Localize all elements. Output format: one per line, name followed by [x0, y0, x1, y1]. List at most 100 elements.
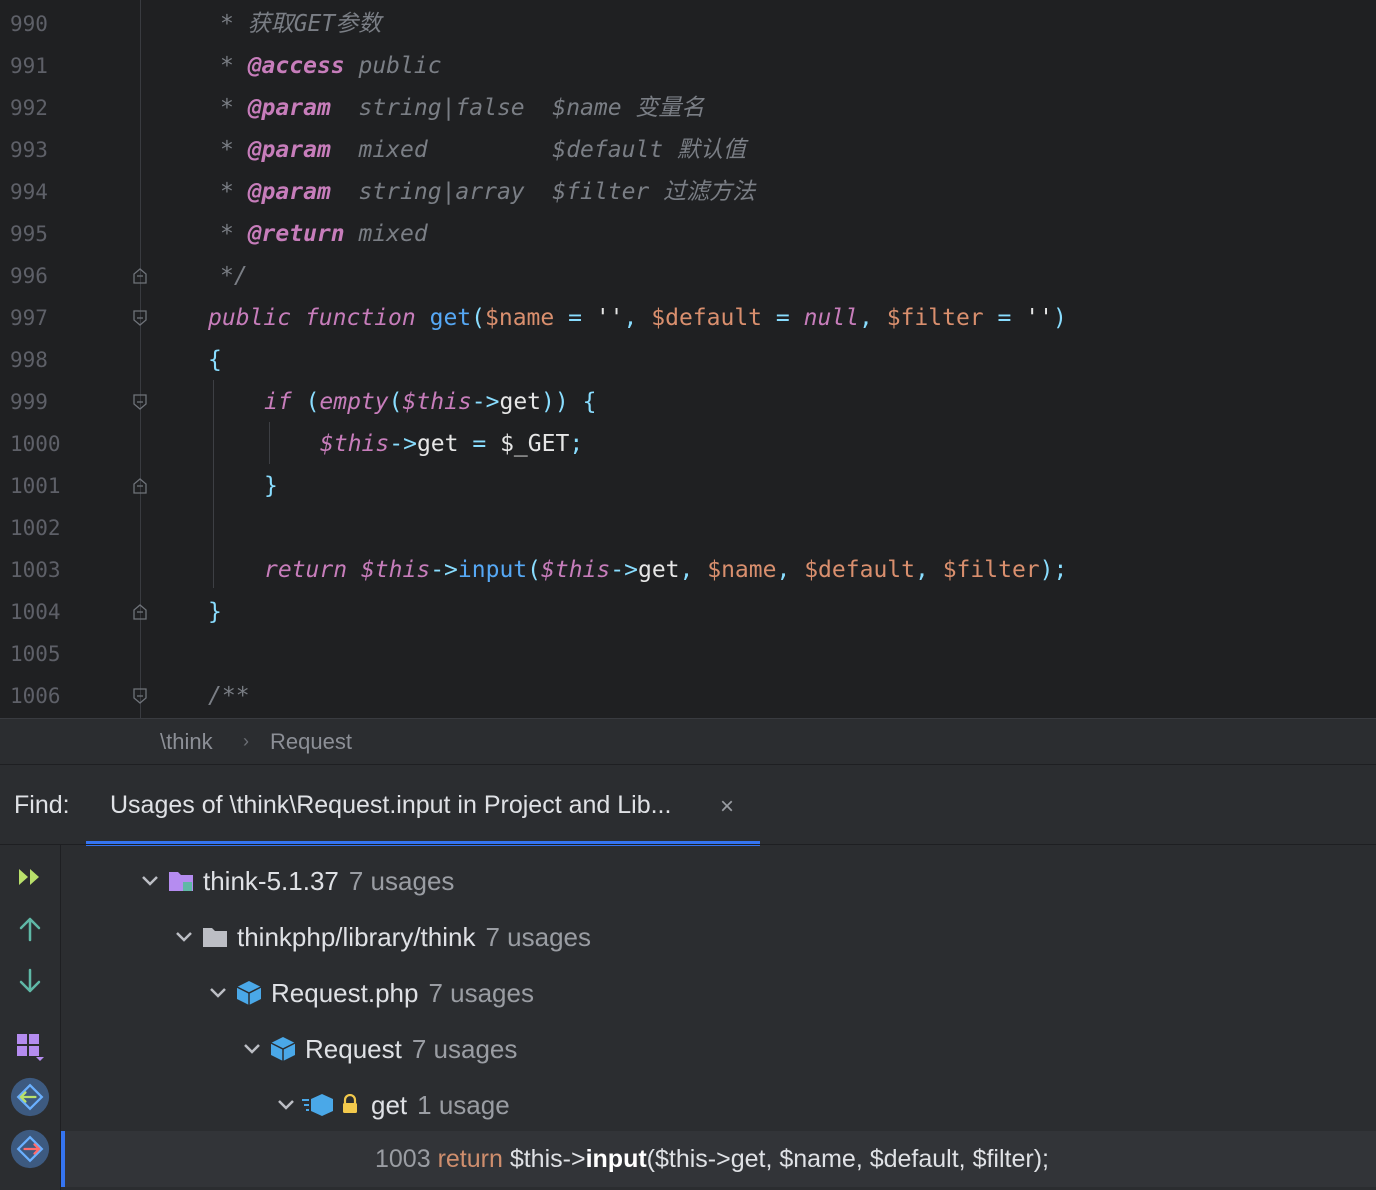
fold-collapse-icon[interactable]: [133, 310, 147, 326]
code-token: *: [220, 137, 248, 163]
code-text[interactable]: {: [208, 339, 222, 381]
code-text[interactable]: /**: [208, 675, 250, 717]
fold-end-icon[interactable]: [133, 268, 147, 284]
line-number[interactable]: 990: [10, 3, 70, 45]
code-line[interactable]: 998 {: [0, 339, 1376, 381]
line-number[interactable]: 998: [10, 339, 70, 381]
chevron-down-icon[interactable]: [207, 982, 229, 1004]
breadcrumb-namespace[interactable]: \think: [160, 729, 213, 755]
line-number[interactable]: 1003: [10, 549, 70, 591]
code-line[interactable]: 1003 return $this->input($this->get, $nam…: [0, 549, 1376, 591]
code-line[interactable]: 1001}: [0, 465, 1376, 507]
group-by-icon[interactable]: [10, 1027, 50, 1067]
line-number[interactable]: 991: [10, 45, 70, 87]
code-token: *: [220, 221, 248, 247]
chevron-down-icon[interactable]: [241, 1038, 263, 1060]
navigate-back-icon[interactable]: [10, 1077, 50, 1117]
code-line[interactable]: 1000 $this->get = $_GET;: [0, 423, 1376, 465]
code-line[interactable]: 991 * @access public: [0, 45, 1376, 87]
code-text[interactable]: }: [208, 591, 222, 633]
line-number[interactable]: 994: [10, 171, 70, 213]
usages-tree[interactable]: think-5.1.37 7 usages thinkphp/library/th…: [61, 845, 1376, 1190]
line-number[interactable]: 1006: [10, 675, 70, 717]
previous-occurrence-icon[interactable]: [10, 909, 50, 949]
code-token: '': [595, 305, 624, 331]
code-text[interactable]: * @access public: [220, 45, 442, 87]
code-token: );: [1039, 557, 1068, 583]
code-token: $filter: [886, 305, 984, 331]
line-number[interactable]: 995: [10, 213, 70, 255]
code-line[interactable]: 1005: [0, 633, 1376, 675]
close-tab-icon[interactable]: ×: [720, 793, 734, 821]
code-text[interactable]: * @param mixed $default 默认值: [220, 129, 746, 171]
code-text[interactable]: if (empty($this->get)) {: [264, 381, 596, 423]
result-suffix: ($this->get, $name, $default, $filter);: [646, 1145, 1049, 1173]
next-occurrence-icon[interactable]: [10, 961, 50, 1001]
result-line-number: 1003: [375, 1145, 431, 1173]
find-toolbar: [0, 845, 61, 1190]
class-icon: [270, 1037, 296, 1061]
code-text[interactable]: */: [220, 255, 248, 297]
code-token: public: [344, 53, 442, 79]
usage-count: 7 usages: [485, 922, 591, 952]
code-text[interactable]: }: [264, 465, 278, 507]
expand-all-icon[interactable]: [10, 857, 50, 897]
code-line[interactable]: 995 * @return mixed: [0, 213, 1376, 255]
code-text[interactable]: $this->get = $_GET;: [320, 423, 583, 465]
tab-usages[interactable]: Usages of \think\Request.input in Projec…: [110, 791, 671, 820]
code-text[interactable]: public function get($name = '', $default…: [208, 297, 1067, 339]
line-number[interactable]: 993: [10, 129, 70, 171]
line-number[interactable]: 992: [10, 87, 70, 129]
code-token: $default: [651, 305, 763, 331]
fold-end-icon[interactable]: [133, 478, 147, 494]
navigate-forward-icon[interactable]: [10, 1129, 50, 1169]
fold-end-icon[interactable]: [133, 604, 147, 620]
code-token: $this: [360, 557, 431, 583]
code-token: $_GET: [486, 431, 570, 457]
code-token: null: [803, 305, 859, 331]
code-text[interactable]: * @return mixed: [220, 213, 428, 255]
chevron-down-icon[interactable]: [139, 870, 161, 892]
line-number[interactable]: 1004: [10, 591, 70, 633]
line-number[interactable]: 1005: [10, 633, 70, 675]
line-number[interactable]: 1001: [10, 465, 70, 507]
breadcrumb: \think › Request: [0, 718, 1376, 765]
code-token: ->: [610, 557, 638, 583]
line-number[interactable]: 1000: [10, 423, 70, 465]
usage-result-row[interactable]: 1003 return $this->input($this->get, $na…: [61, 1131, 1376, 1187]
code-token: ): [1052, 305, 1067, 331]
fold-collapse-icon[interactable]: [133, 688, 147, 704]
line-number[interactable]: 997: [10, 297, 70, 339]
code-line[interactable]: 993 * @param mixed $default 默认值: [0, 129, 1376, 171]
code-line[interactable]: 1002: [0, 507, 1376, 549]
code-text[interactable]: * @param string|false $name 变量名: [220, 87, 704, 129]
code-text[interactable]: * 获取GET参数: [220, 3, 381, 45]
chevron-down-icon[interactable]: [275, 1094, 297, 1116]
code-line[interactable]: 990 * 获取GET参数: [0, 3, 1376, 45]
code-text[interactable]: return $this->input($this->get, $name, $…: [264, 549, 1067, 591]
code-line[interactable]: 996 */: [0, 255, 1376, 297]
code-line[interactable]: 1006 /**: [0, 675, 1376, 717]
code-line[interactable]: 992 * @param string|false $name 变量名: [0, 87, 1376, 129]
code-line[interactable]: 994 * @param string|array $filter 过滤方法: [0, 171, 1376, 213]
code-line[interactable]: 999 if (empty($this->get)) {: [0, 381, 1376, 423]
line-number[interactable]: 1002: [10, 507, 70, 549]
result-match: input: [585, 1145, 647, 1173]
code-text[interactable]: * @param string|array $filter 过滤方法: [220, 171, 755, 213]
code-token: =: [568, 305, 582, 331]
code-token: =: [775, 305, 790, 331]
code-line[interactable]: 997 public function get($name = '', $defa…: [0, 297, 1376, 339]
breadcrumb-class[interactable]: Request: [270, 729, 352, 755]
code-line[interactable]: 1004}: [0, 591, 1376, 633]
code-token: public: [208, 305, 292, 331]
code-token: ,: [623, 305, 638, 331]
code-editor[interactable]: 990 * 获取GET参数 991 * @access public 992 * @par…: [0, 0, 1376, 718]
line-number[interactable]: 996: [10, 255, 70, 297]
line-number[interactable]: 999: [10, 381, 70, 423]
code-token: (: [388, 389, 403, 415]
fold-collapse-icon[interactable]: [133, 394, 147, 410]
chevron-down-icon[interactable]: [173, 926, 195, 948]
